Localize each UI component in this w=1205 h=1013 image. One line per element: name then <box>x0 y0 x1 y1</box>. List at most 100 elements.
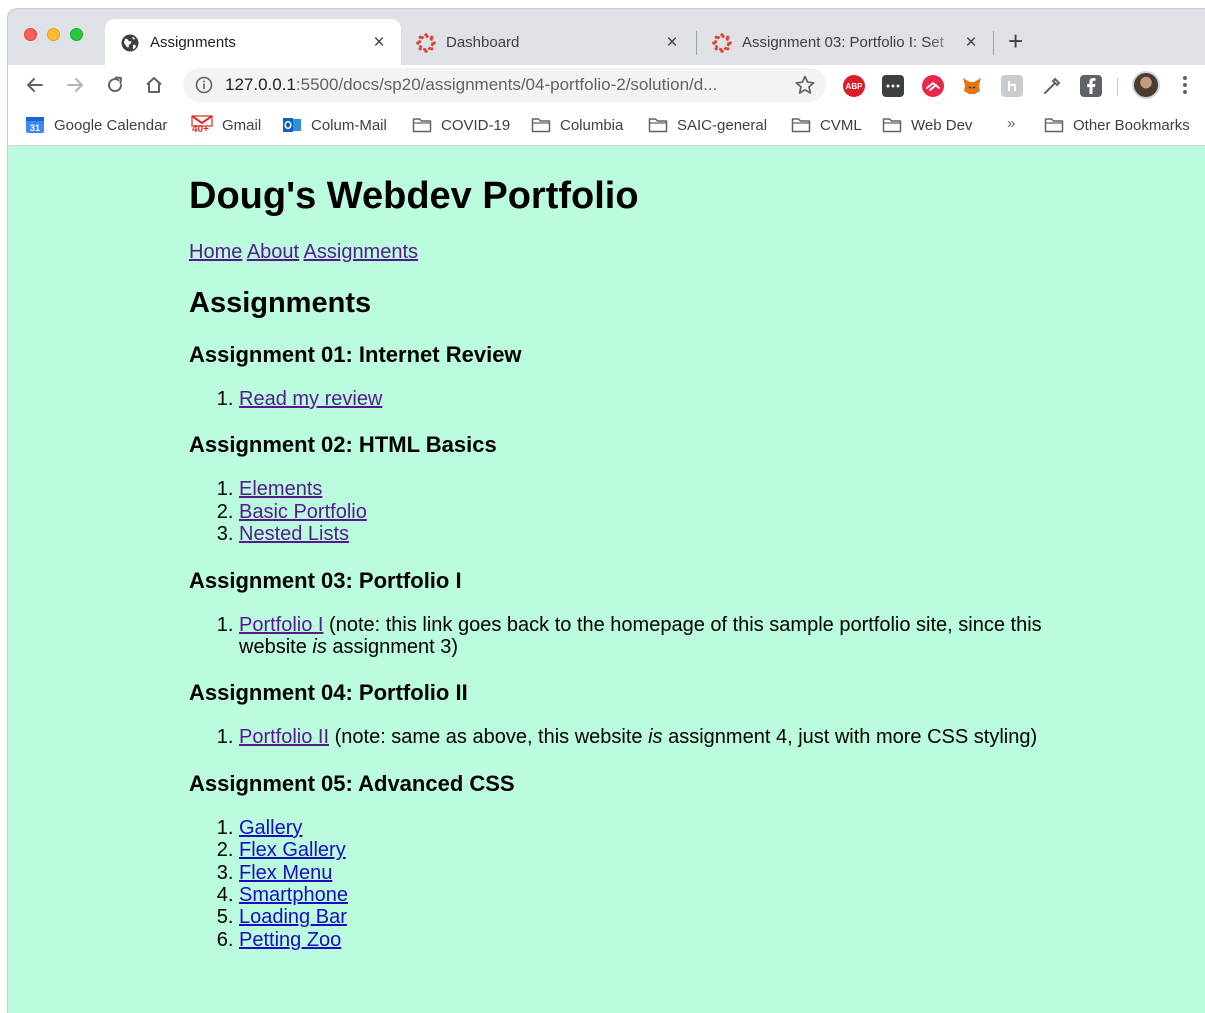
maximize-window-button[interactable] <box>70 28 83 41</box>
adblock-plus-icon[interactable]: ABP <box>843 75 865 97</box>
assignment-01-list: Read my review <box>189 388 1049 410</box>
nested-lists-link[interactable]: Nested Lists <box>239 523 349 545</box>
list-item: Smartphone <box>239 884 1049 906</box>
url-text[interactable]: 127.0.0.1:5500/docs/sp20/assignments/04-… <box>225 75 794 95</box>
list-item: Gallery <box>239 817 1049 839</box>
bookmark-label: Web Dev <box>911 116 973 134</box>
new-tab-button[interactable]: + <box>1008 28 1023 54</box>
address-bar[interactable]: 127.0.0.1:5500/docs/sp20/assignments/04-… <box>183 68 826 102</box>
facebook-icon[interactable] <box>1080 75 1102 97</box>
bookmark-saic-general[interactable]: SAIC-general <box>648 115 767 135</box>
list-item: Nested Lists <box>239 523 1049 545</box>
gallery-link[interactable]: Gallery <box>239 817 302 839</box>
bookmarks-bar: 31 Google Calendar 40+ Gmail Colum-Mail <box>8 105 1205 146</box>
assignment-04-heading: Assignment 04: Portfolio II <box>189 680 468 706</box>
bookmark-colum-mail[interactable]: Colum-Mail <box>282 115 387 135</box>
petting-zoo-link[interactable]: Petting Zoo <box>239 929 341 951</box>
arrow-right-icon <box>67 78 83 92</box>
flex-menu-link[interactable]: Flex Menu <box>239 862 332 884</box>
page-title: Doug's Webdev Portfolio <box>189 175 639 217</box>
outlook-icon <box>283 118 301 132</box>
nav-home-link[interactable]: Home <box>189 241 242 263</box>
minimize-window-button[interactable] <box>47 28 60 41</box>
browser-window: Assignments × Dashboard × Assignment 03:… <box>7 8 1205 1013</box>
extension-puzzle-icon[interactable] <box>1001 75 1023 97</box>
browser-toolbar: 127.0.0.1:5500/docs/sp20/assignments/04-… <box>8 65 1205 105</box>
folder-icon <box>791 118 811 133</box>
folder-icon <box>1044 118 1064 133</box>
facebook-f-icon <box>1087 78 1096 94</box>
bookmarks-overflow-button[interactable]: » <box>1007 115 1015 132</box>
tab-separator <box>993 31 994 55</box>
canvas-icon <box>416 32 436 53</box>
assignment-01-heading: Assignment 01: Internet Review <box>189 342 522 367</box>
bookmark-label: CVML <box>820 116 862 134</box>
read-my-review-link[interactable]: Read my review <box>239 388 382 410</box>
reload-button[interactable] <box>102 72 128 98</box>
eyedropper-icon[interactable] <box>1041 75 1063 97</box>
gmail-unread-badge: 40+ <box>192 124 209 135</box>
bookmark-columbia[interactable]: Columbia <box>531 115 623 135</box>
tab-assignment-03[interactable]: Assignment 03: Portfolio I: Set × <box>697 19 993 66</box>
globe-icon <box>121 34 139 51</box>
bookmark-cvml[interactable]: CVML <box>791 115 862 135</box>
portfolio-i-link[interactable]: Portfolio I <box>239 614 323 636</box>
bookmark-covid-19[interactable]: COVID-19 <box>412 115 510 135</box>
bookmark-web-dev[interactable]: Web Dev <box>882 115 972 135</box>
list-item: Petting Zoo <box>239 929 1049 951</box>
site-nav: Home About Assignments <box>189 240 1049 264</box>
url-path: :5500/docs/sp20/assignments/04-portfolio… <box>295 75 718 94</box>
bookmark-label: Other Bookmarks <box>1073 116 1190 134</box>
close-window-button[interactable] <box>24 28 37 41</box>
more-vertical-icon[interactable] <box>1180 73 1190 97</box>
other-bookmarks[interactable]: Other Bookmarks <box>1044 115 1190 135</box>
tab-strip: Assignments × Dashboard × Assignment 03:… <box>8 9 1205 66</box>
close-tab-icon[interactable]: × <box>662 32 682 54</box>
smartphone-link[interactable]: Smartphone <box>239 884 348 906</box>
tab-title: Dashboard <box>446 34 520 51</box>
bookmark-star-icon[interactable] <box>794 74 816 96</box>
info-icon[interactable] <box>195 76 213 94</box>
list-item: Loading Bar <box>239 906 1049 928</box>
list-item: Portfolio I (note: this link goes back t… <box>239 614 1049 659</box>
calendar-day: 31 <box>30 123 40 133</box>
assignment-02-list: Elements Basic Portfolio Nested Lists <box>189 478 1049 545</box>
cloud-link-icon <box>926 81 940 91</box>
folder-icon <box>648 118 668 133</box>
google-calendar-icon: 31 <box>26 117 44 133</box>
home-icon <box>146 77 162 93</box>
folder-icon <box>882 118 902 133</box>
nav-about-link[interactable]: About <box>247 241 299 263</box>
abp-label: ABP <box>845 81 863 91</box>
creative-cloud-icon[interactable] <box>922 75 944 97</box>
nav-assignments-link[interactable]: Assignments <box>304 241 419 263</box>
note-text: assignment 3) <box>326 636 458 659</box>
fox-icon <box>963 78 981 94</box>
home-button[interactable] <box>141 72 167 98</box>
bookmark-gmail[interactable]: 40+ Gmail <box>191 115 261 135</box>
metamask-fox-icon[interactable] <box>961 75 983 97</box>
list-item: Flex Gallery <box>239 839 1049 861</box>
basic-portfolio-link[interactable]: Basic Portfolio <box>239 501 367 523</box>
forward-button[interactable] <box>62 72 88 98</box>
profile-avatar[interactable] <box>1132 71 1160 99</box>
close-tab-icon[interactable]: × <box>961 32 981 54</box>
list-item: Elements <box>239 478 1049 500</box>
password-manager-icon[interactable] <box>882 75 904 97</box>
tab-dashboard[interactable]: Dashboard × <box>401 19 694 66</box>
tab-assignments[interactable]: Assignments × <box>105 19 401 66</box>
close-tab-icon[interactable]: × <box>369 32 389 54</box>
back-button[interactable] <box>22 72 48 98</box>
portfolio-ii-link[interactable]: Portfolio II <box>239 726 329 748</box>
assignment-05-list: Gallery Flex Gallery Flex Menu Smartphon… <box>189 817 1049 951</box>
note-text: (note: same as above, this website <box>329 726 649 749</box>
dots-icon <box>886 84 900 88</box>
bookmark-google-calendar[interactable]: 31 Google Calendar <box>25 115 167 135</box>
canvas-icon <box>712 32 732 53</box>
arrow-left-icon <box>27 78 43 92</box>
elements-link[interactable]: Elements <box>239 478 322 500</box>
assignment-02-heading: Assignment 02: HTML Basics <box>189 432 497 458</box>
bookmark-label: SAIC-general <box>677 116 768 134</box>
loading-bar-link[interactable]: Loading Bar <box>239 906 347 928</box>
flex-gallery-link[interactable]: Flex Gallery <box>239 839 346 861</box>
